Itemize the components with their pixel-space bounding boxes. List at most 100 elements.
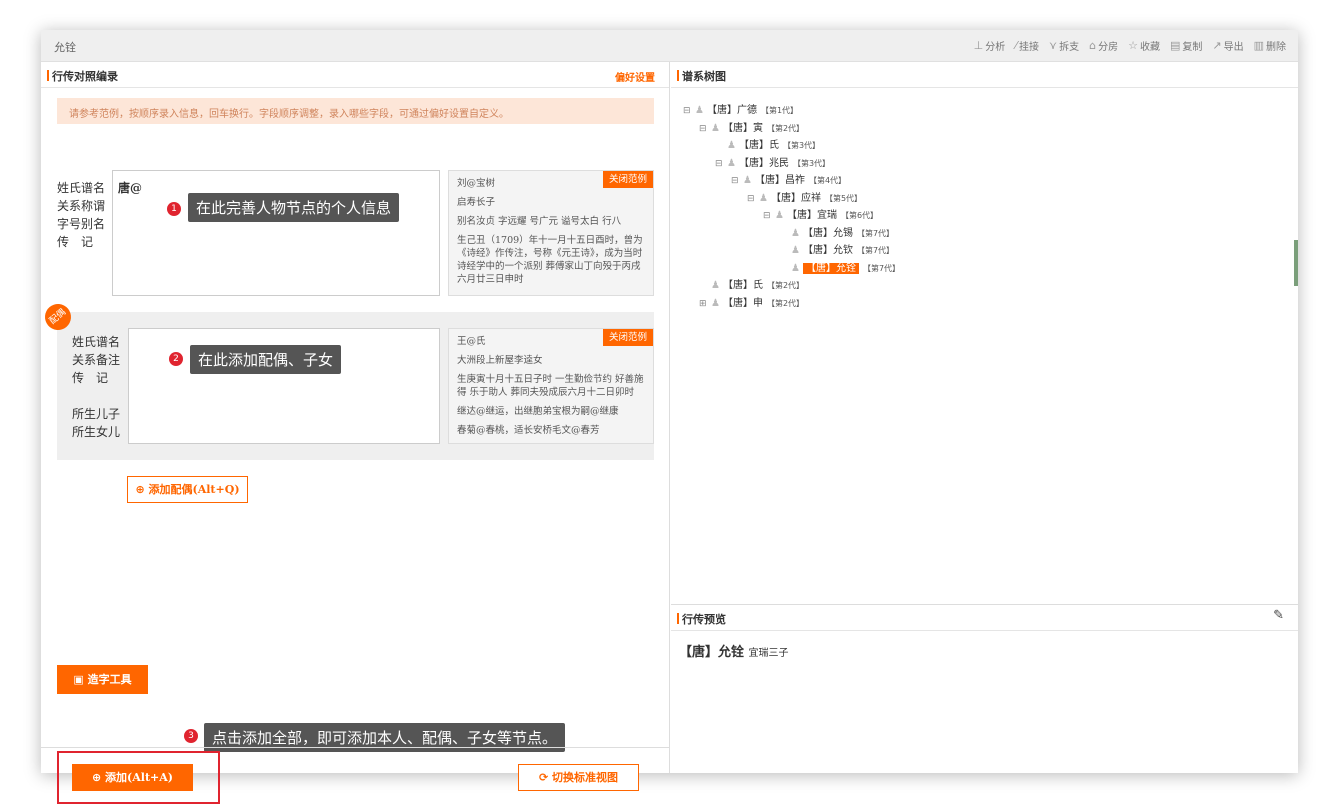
toolbar-chart-button[interactable]: ⊥ 分析 bbox=[974, 38, 1006, 53]
spouse-field-labels: 姓氏谱名 关系备注 传 记 所生儿子 所生女儿 bbox=[72, 333, 120, 441]
tree-toggle-icon[interactable]: ⊟ bbox=[715, 156, 724, 173]
tree-node-name: 【唐】氏 bbox=[738, 140, 779, 151]
field-label: 所生女儿 bbox=[72, 425, 121, 439]
preview-header: 行传预览 ✎ bbox=[671, 605, 1298, 631]
person-input-value: 唐@ bbox=[118, 181, 143, 195]
add-label: 添加(Alt+A) bbox=[105, 771, 174, 784]
app-window: 允铨 ⊥ 分析 ⁄ 挂接 ⋎ 拆支 ⌂ 分房 ☆ 收藏 ▤ 复制 ↗ 导出 ▥ 删除 行传对照编录 偏好设置 … bbox=[39, 30, 1298, 804]
toolbar-link-button[interactable]: ⁄ 挂接 bbox=[1015, 38, 1039, 53]
tree-toggle-icon[interactable]: ⊟ bbox=[763, 208, 772, 225]
tree-node[interactable]: ⊟ ♟ 【唐】宜瑞 【第6代】 bbox=[763, 207, 878, 224]
tree-node[interactable]: ♟ 【唐】氏 【第2代】 bbox=[699, 277, 804, 294]
tree-toggle-icon[interactable]: ⊞ bbox=[699, 296, 708, 313]
record-panel-header: 行传对照编录 偏好设置 bbox=[41, 62, 669, 88]
field-label: 所生儿子 bbox=[72, 407, 121, 421]
example-line: 别名汝贞 字远耀 号广元 谥号太白 行八 bbox=[457, 216, 622, 227]
chart-icon: ⊥ bbox=[973, 39, 984, 52]
notice-banner: 请参考范例，按顺序录入信息，回车换行。字段顺序调整，录入哪些字段，可通过偏好设置… bbox=[57, 98, 654, 124]
plus-circle-icon: ⊕ bbox=[91, 771, 102, 784]
tree-node-generation: 【第1代】 bbox=[760, 106, 799, 115]
switch-view-button[interactable]: ⟳ 切换标准视图 bbox=[518, 764, 639, 791]
person-icon: ♟ bbox=[711, 122, 720, 134]
toolbar-label: 收藏 bbox=[1139, 42, 1160, 53]
edit-icon[interactable]: ✎ bbox=[1273, 608, 1284, 623]
tree-toggle-icon[interactable]: ⊟ bbox=[731, 173, 740, 190]
tree-node[interactable]: ♟ 【唐】氏 【第3代】 bbox=[715, 137, 820, 154]
tree-node[interactable]: ⊟ ♟ 【唐】兆民 【第3代】 bbox=[715, 155, 830, 172]
tree-toggle-icon[interactable]: ⊟ bbox=[699, 121, 708, 138]
tree-node-name: 【唐】允锡 bbox=[802, 227, 853, 239]
example-line: 继达@继运，出继胞弟宝根为嗣@继康 bbox=[457, 406, 619, 417]
tree-node-name: 【唐】广德 bbox=[706, 105, 757, 116]
char-tool-icon: ▣ bbox=[73, 673, 84, 686]
tree-node-name: 【唐】申 bbox=[722, 297, 763, 309]
toolbar-split-button[interactable]: ⋎ 拆支 bbox=[1049, 38, 1079, 53]
toolbar-star-button[interactable]: ☆ 收藏 bbox=[1128, 38, 1160, 53]
tree-node[interactable]: ⊞ ♟ 【唐】申 【第2代】 bbox=[699, 295, 804, 312]
field-label: 关系备注 bbox=[72, 353, 121, 367]
toolbar-label: 挂接 bbox=[1019, 42, 1040, 53]
field-label: 姓氏谱名 bbox=[57, 181, 106, 195]
person-icon: ♟ bbox=[727, 157, 736, 169]
toolbar-label: 导出 bbox=[1223, 42, 1244, 53]
add-button[interactable]: ⊕ 添加(Alt+A) bbox=[72, 764, 193, 791]
tree-node[interactable]: ⊟ ♟ 【唐】应祥 【第5代】 bbox=[747, 190, 862, 207]
copy-icon: ▤ bbox=[1169, 39, 1181, 52]
person-input[interactable]: 唐@ bbox=[112, 170, 440, 296]
person-icon: ♟ bbox=[695, 105, 704, 116]
char-tool-button[interactable]: ▣ 造字工具 bbox=[57, 665, 148, 694]
tree-node[interactable]: ♟ 【唐】允钦 【第7代】 bbox=[779, 242, 894, 259]
tree-toggle-icon[interactable]: ⊟ bbox=[683, 103, 692, 120]
tree-node[interactable]: ♟ 【唐】允锡 【第7代】 bbox=[779, 225, 894, 242]
tree-node-generation: 【第2代】 bbox=[766, 281, 805, 290]
tree-panel: 谱系树图 ⊟ ♟ 【唐】广德 【第1代】 ⊟ ♟ 【唐】寅 【第2代】 ♟ 【唐】氏 【第3代】 ⊟ ♟… bbox=[671, 62, 1298, 773]
tree-node[interactable]: ♟ 【唐】允铨 【第7代】 bbox=[779, 260, 900, 277]
tree-node-name: 【唐】应祥 bbox=[770, 192, 821, 204]
toolbar-trash-button[interactable]: ▥ 删除 bbox=[1254, 38, 1286, 53]
tree-node[interactable]: ⊟ ♟ 【唐】广德 【第1代】 bbox=[683, 102, 798, 119]
step-marker: 1 bbox=[167, 202, 181, 216]
tree-node-name: 【唐】允铨 bbox=[802, 262, 859, 274]
close-example-button[interactable]: 关闭范例 bbox=[602, 171, 653, 188]
export-icon: ↗ bbox=[1212, 39, 1222, 52]
add-spouse-button[interactable]: ⊕ 添加配偶(Alt+Q) bbox=[127, 476, 248, 503]
person-tooltip: 在此完善人物节点的个人信息 bbox=[188, 193, 400, 222]
preview-note: 宜瑞三子 bbox=[748, 648, 789, 659]
link-icon: ⁄ bbox=[1015, 39, 1018, 52]
toolbar-export-button[interactable]: ↗ 导出 bbox=[1212, 38, 1243, 53]
tree-node-generation: 【第2代】 bbox=[766, 123, 805, 133]
toolbar-label: 复制 bbox=[1182, 42, 1203, 53]
record-panel: 行传对照编录 偏好设置 请参考范例，按顺序录入信息，回车换行。字段顺序调整，录入… bbox=[39, 62, 670, 804]
tree-node[interactable]: ⊟ ♟ 【唐】昌祚 【第4代】 bbox=[731, 172, 846, 189]
panel-title: 谱系树图 bbox=[682, 70, 726, 83]
preview-text: 【唐】允铨 宜瑞三子 bbox=[679, 641, 789, 660]
person-icon: ♟ bbox=[791, 227, 800, 239]
spouse-example: 关闭范例 王@氏 大洲段上新屋李逵女 生庚寅十月十五日子时 一生勤俭节约 好善施… bbox=[448, 328, 654, 444]
add-spouse-label: 添加配偶(Alt+Q) bbox=[148, 483, 240, 496]
split-icon: ⋎ bbox=[1049, 39, 1058, 52]
tree-node-name: 【唐】昌祚 bbox=[754, 175, 805, 186]
field-label: 关系称谓 bbox=[57, 199, 106, 213]
example-line: 启寿长子 bbox=[457, 197, 496, 208]
tree-toggle-icon[interactable]: ⊟ bbox=[747, 191, 756, 208]
tree-node-generation: 【第3代】 bbox=[782, 141, 821, 150]
trash-icon: ▥ bbox=[1253, 39, 1264, 52]
person-icon: ♟ bbox=[775, 210, 784, 221]
tree-node-generation: 【第6代】 bbox=[840, 211, 879, 220]
close-example-button[interactable]: 关闭范例 bbox=[602, 329, 653, 346]
tree-node-generation: 【第4代】 bbox=[808, 176, 847, 185]
field-label: 传 记 bbox=[72, 371, 109, 385]
house-icon: ⌂ bbox=[1089, 39, 1097, 52]
toolbar-copy-button[interactable]: ▤ 复制 bbox=[1170, 38, 1202, 53]
tree-node-generation: 【第3代】 bbox=[792, 158, 831, 168]
star-icon: ☆ bbox=[1128, 39, 1138, 52]
preferences-link[interactable]: 偏好设置 bbox=[615, 69, 655, 84]
spouse-tooltip: 在此添加配偶、子女 bbox=[190, 345, 342, 374]
tree-node-generation: 【第7代】 bbox=[862, 263, 901, 273]
plus-circle-icon: ⊕ bbox=[135, 483, 145, 496]
panel-title: 行传对照编录 bbox=[52, 70, 118, 83]
top-bar: 允铨 ⊥ 分析 ⁄ 挂接 ⋎ 拆支 ⌂ 分房 ☆ 收藏 ▤ 复制 ↗ 导出 ▥ 删除 bbox=[41, 30, 1298, 62]
scrollbar[interactable] bbox=[1294, 240, 1298, 286]
toolbar-house-button[interactable]: ⌂ 分房 bbox=[1089, 38, 1118, 53]
tree-node[interactable]: ⊟ ♟ 【唐】寅 【第2代】 bbox=[699, 120, 804, 137]
